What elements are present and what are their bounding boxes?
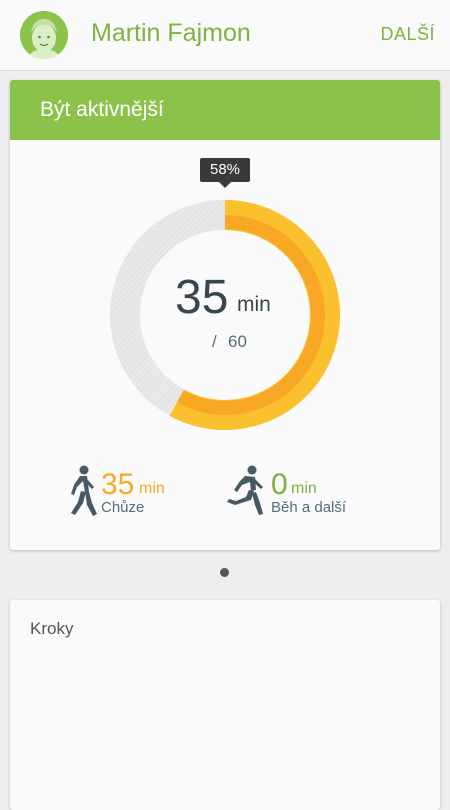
walking-minutes-value: 35	[101, 468, 135, 501]
active-minutes-unit: min	[237, 293, 271, 316]
user-name[interactable]: Martin Fajmon	[91, 19, 251, 48]
walking-label: Chůze	[101, 499, 145, 516]
user-avatar-icon	[20, 11, 68, 59]
more-button[interactable]: DALŠÍ	[380, 24, 435, 45]
running-minutes-value: 0	[271, 468, 288, 501]
walking-person-icon	[71, 465, 97, 516]
steps-card-title: Kroky	[30, 619, 74, 638]
progress-percent-badge: 58%	[200, 158, 250, 188]
goal-slash: /	[212, 332, 217, 351]
steps-card[interactable]: Kroky	[10, 600, 440, 810]
walking-minutes-unit: min	[139, 480, 165, 497]
running-label: Běh a další	[271, 499, 347, 516]
app-header: Martin Fajmon DALŠÍ	[0, 0, 450, 71]
avatar[interactable]	[20, 11, 68, 59]
goal-minutes: 60	[228, 332, 247, 351]
running-person-icon	[227, 465, 263, 515]
active-minutes-value: 35	[175, 271, 229, 324]
page-indicator-dot[interactable]	[220, 568, 229, 577]
be-more-active-card[interactable]: Být aktivnější 58% 35 min / 60 35 min Ch…	[10, 80, 440, 550]
running-minutes-unit: min	[291, 480, 317, 497]
